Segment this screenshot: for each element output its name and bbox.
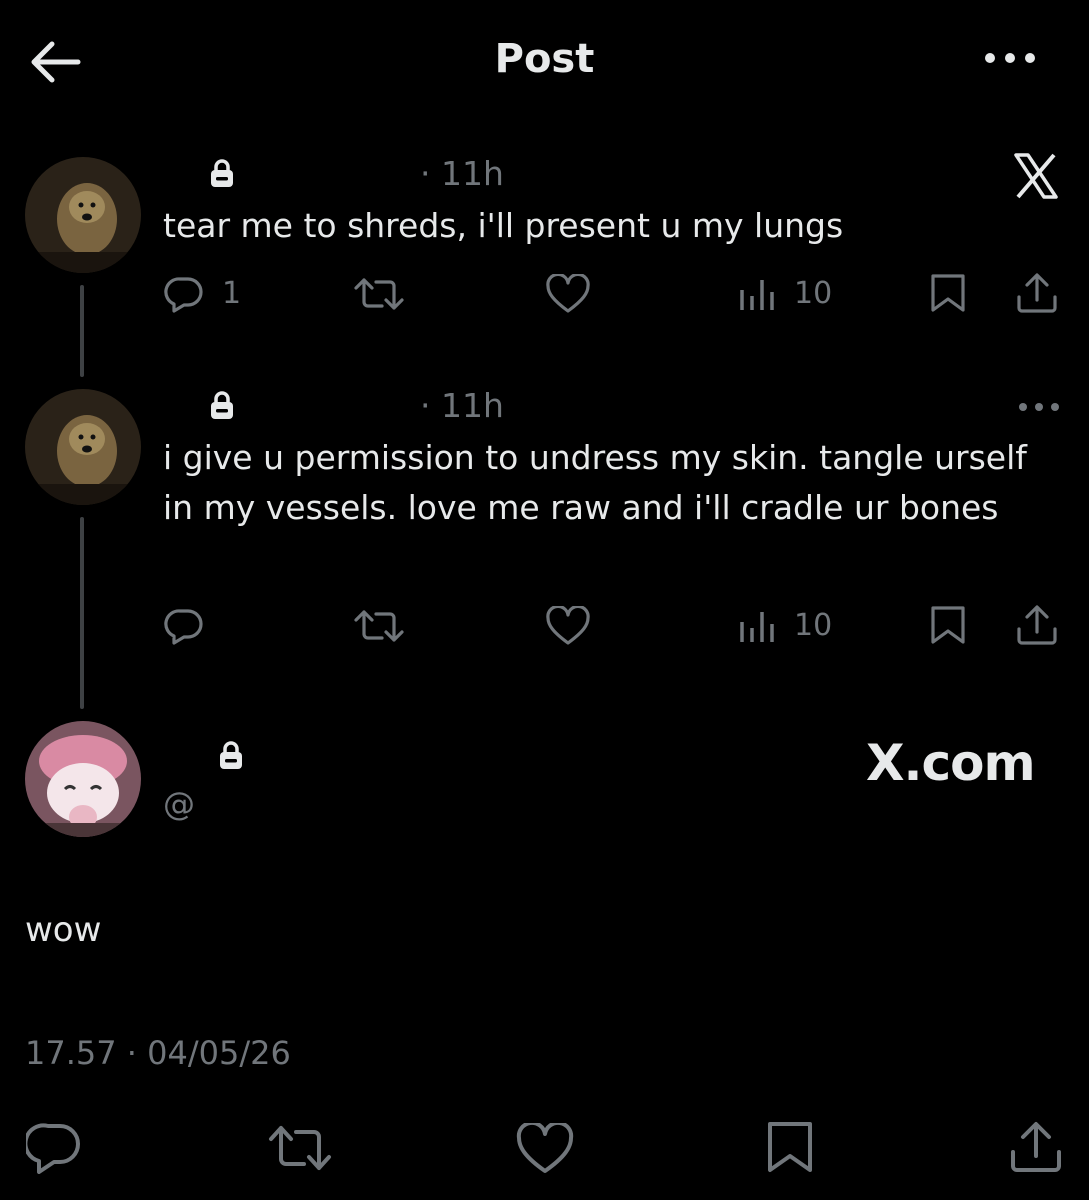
reply-icon[interactable]	[26, 1122, 82, 1174]
share-icon[interactable]	[1015, 604, 1059, 646]
avatar[interactable]	[25, 157, 141, 273]
share-icon[interactable]	[1008, 1120, 1064, 1174]
retweet-icon[interactable]	[268, 1124, 332, 1172]
x-com-watermark: X.com	[866, 734, 1036, 792]
tweet-time: · 11h	[420, 154, 504, 193]
lock-icon	[207, 158, 237, 188]
user-handle: @	[163, 785, 195, 823]
views-icon[interactable]	[738, 276, 776, 312]
thread-line	[80, 517, 84, 709]
reply-icon[interactable]	[164, 606, 204, 646]
bookmark-icon[interactable]	[765, 1120, 815, 1174]
reply-icon[interactable]	[164, 274, 204, 314]
bookmark-icon[interactable]	[928, 272, 968, 314]
bookmark-icon[interactable]	[928, 604, 968, 646]
post-text: wow	[25, 910, 102, 950]
page-title: Post	[494, 36, 595, 82]
retweet-icon[interactable]	[354, 276, 404, 312]
view-count: 10	[794, 608, 833, 643]
x-logo-icon[interactable]	[1012, 152, 1060, 200]
post-timestamp: 17.57 · 04/05/26	[25, 1034, 291, 1072]
lock-icon	[216, 740, 246, 770]
views-icon[interactable]	[738, 608, 776, 644]
lock-icon	[207, 390, 237, 420]
thread-line	[80, 285, 84, 377]
tweet-text: tear me to shreds, i'll present u my lun…	[163, 206, 844, 245]
more-icon[interactable]	[982, 48, 1038, 68]
avatar[interactable]	[25, 721, 141, 837]
like-icon[interactable]	[515, 1123, 575, 1175]
tweet-time: · 11h	[420, 386, 504, 425]
share-icon[interactable]	[1015, 272, 1059, 314]
tweet-text: i give u permission to undress my skin. …	[163, 438, 1027, 527]
retweet-icon[interactable]	[354, 608, 404, 644]
avatar[interactable]	[25, 389, 141, 505]
more-icon[interactable]	[1018, 400, 1060, 414]
like-icon[interactable]	[545, 274, 591, 314]
like-icon[interactable]	[545, 606, 591, 646]
view-count: 10	[794, 276, 833, 311]
reply-count: 1	[222, 276, 242, 311]
